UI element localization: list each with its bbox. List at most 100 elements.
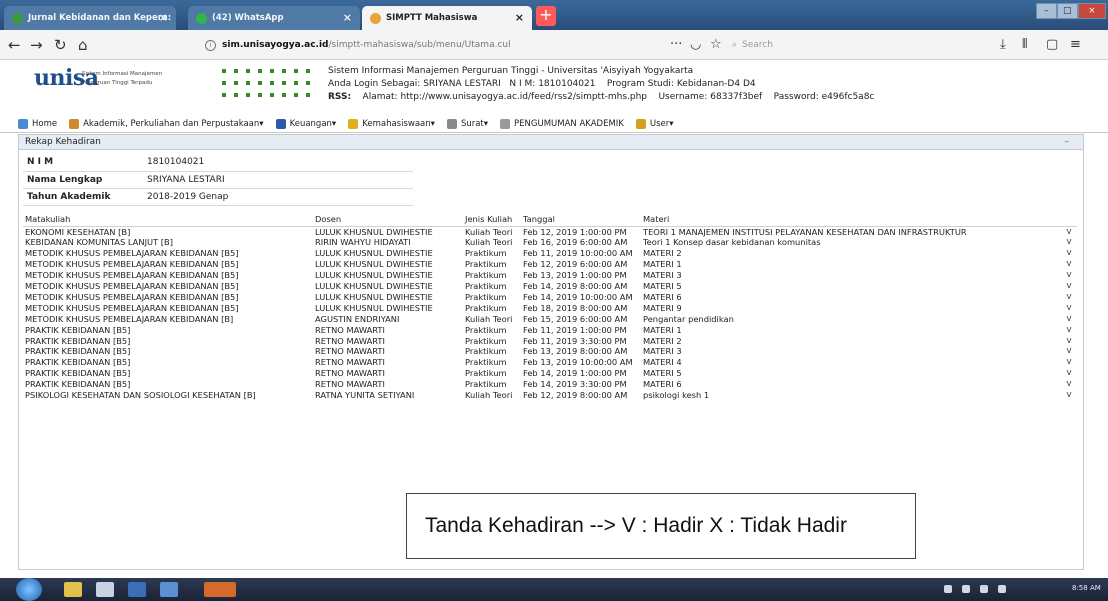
- tab-simptt[interactable]: SIMPTT Mahasiswa ×: [362, 6, 532, 30]
- menu-home[interactable]: Home: [18, 119, 57, 129]
- attendance-mark: V: [1066, 249, 1072, 258]
- tab-whatsapp[interactable]: (42) WhatsApp ×: [188, 6, 360, 30]
- tab-jurnal[interactable]: Jurnal Kebidanan dan Kepera: ×: [4, 6, 176, 30]
- announcement-icon: [500, 119, 511, 129]
- back-icon[interactable]: ←: [8, 35, 21, 55]
- cell-matakuliah: PRAKTIK KEBIDANAN [B5]: [25, 346, 131, 357]
- reload-icon[interactable]: ↻: [54, 35, 67, 55]
- cell-materi: psikologi kesh 1: [643, 390, 710, 401]
- bookmark-star-icon[interactable]: ☆: [710, 37, 722, 52]
- table-row: KEBIDANAN KOMUNITAS LANJUT [B] RIRIN WAHY…: [23, 237, 1077, 248]
- close-tab-icon[interactable]: ×: [343, 11, 352, 24]
- cell-materi: MATERI 3: [643, 346, 682, 357]
- cell-matakuliah: PRAKTIK KEBIDANAN [B5]: [25, 357, 131, 368]
- home-icon: [18, 119, 28, 129]
- download-icon[interactable]: ⤓: [1000, 37, 1006, 52]
- search-placeholder: Search: [742, 40, 773, 50]
- cell-jenis-kuliah: Praktikum: [465, 346, 507, 357]
- library-icon[interactable]: ⫴: [1022, 37, 1027, 52]
- table-row: PRAKTIK KEBIDANAN [B5] RETNO MAWARTI Prakt…: [23, 368, 1077, 379]
- browser-nav-bar: ← → ↻ ⌂ i sim.unisayogya.ac.id /simptt-m…: [0, 30, 1108, 60]
- tab-label: SIMPTT Mahasiswa: [386, 13, 478, 23]
- explorer-icon[interactable]: [64, 582, 82, 597]
- network-icon[interactable]: [962, 585, 970, 593]
- attendance-mark: V: [1066, 325, 1072, 334]
- search-input[interactable]: ⌕ Search: [732, 37, 982, 53]
- cell-materi: Pengantar pendidikan: [643, 313, 734, 324]
- col-tanggal: Tanggal: [521, 213, 641, 227]
- info-value: 2018-2019 Genap: [143, 188, 413, 206]
- word-icon[interactable]: [128, 582, 146, 597]
- decorative-dots: [222, 69, 318, 101]
- rss-url[interactable]: http://www.unisayogya.ac.id/feed/rss2/si…: [400, 92, 647, 102]
- decorative-dot: [246, 69, 250, 73]
- browser-tab-bar: Jurnal Kebidanan dan Kepera: × (42) What…: [0, 0, 1108, 30]
- menu-label: Keuangan: [289, 119, 332, 129]
- cell-dosen: LULUK KHUSNUL DWIHESTIE: [315, 270, 433, 281]
- finance-icon: [275, 119, 286, 129]
- cell-dosen: RETNO MAWARTI: [315, 346, 385, 357]
- volume-icon[interactable]: [980, 585, 988, 593]
- menu-icon[interactable]: ≡: [1070, 37, 1081, 52]
- new-tab-button[interactable]: +: [536, 6, 556, 26]
- minimize-icon[interactable]: –: [1036, 3, 1057, 19]
- menu-pengumuman[interactable]: PENGUMUMAN AKADEMIK: [500, 119, 624, 129]
- page-actions-icon[interactable]: ···: [670, 37, 682, 52]
- maximize-icon[interactable]: □: [1056, 3, 1078, 19]
- decorative-dot: [270, 81, 274, 85]
- start-button[interactable]: [16, 578, 42, 601]
- table-row: METODIK KHUSUS PEMBELAJARAN KEBIDANAN [B…: [23, 281, 1077, 292]
- tab-label: Jurnal Kebidanan dan Kepera:: [28, 13, 172, 23]
- program-value: Kebidanan-D4 D4: [676, 79, 756, 89]
- cell-jenis-kuliah: Praktikum: [465, 324, 507, 335]
- tab-favicon: [370, 12, 381, 24]
- password-label: Password:: [773, 92, 819, 102]
- cell-tanggal: Feb 15, 2019 6:00:00 AM: [523, 313, 628, 324]
- cell-tanggal: Feb 11, 2019 3:30:00 PM: [523, 335, 627, 346]
- attendance-mark: V: [1066, 369, 1072, 378]
- collapse-icon[interactable]: –: [1065, 137, 1070, 147]
- attendance-table: Matakuliah Dosen Jenis Kuliah Tanggal Ma…: [23, 213, 1077, 401]
- table-row: PRAKTIK KEBIDANAN [B5] RETNO MAWARTI Prakt…: [23, 346, 1077, 357]
- menu-surat[interactable]: Surat ▾: [446, 119, 488, 129]
- attendance-mark: V: [1066, 282, 1072, 291]
- site-info-icon[interactable]: i: [205, 39, 216, 51]
- media-icon[interactable]: [96, 582, 114, 597]
- table-row: METODIK KHUSUS PEMBELAJARAN KEBIDANAN [B…: [23, 303, 1077, 314]
- menu-kemahasiswaan[interactable]: Kemahasiswaan ▾: [348, 119, 435, 129]
- decorative-dot: [258, 69, 262, 73]
- cell-materi: MATERI 6: [643, 291, 682, 302]
- windows-taskbar: 8:58 AM: [0, 578, 1108, 601]
- cell-dosen: RETNO MAWARTI: [315, 335, 385, 346]
- cell-materi: TEORI 1 MANAJEMEN INSTITUSI PELAYANAN KE…: [643, 226, 967, 237]
- forward-icon[interactable]: →: [30, 35, 43, 55]
- cell-materi: MATERI 4: [643, 357, 682, 368]
- pocket-icon[interactable]: ◡: [690, 37, 701, 52]
- tray-icon[interactable]: [944, 585, 952, 593]
- cell-dosen: RETNO MAWARTI: [315, 324, 385, 335]
- firefox-icon[interactable]: [204, 582, 236, 597]
- close-tab-icon[interactable]: ×: [159, 11, 168, 24]
- cell-matakuliah: METODIK KHUSUS PEMBELAJARAN KEBIDANAN [B…: [25, 270, 239, 281]
- cell-materi: MATERI 2: [643, 335, 682, 346]
- app-icon[interactable]: [160, 582, 178, 597]
- system-info: Sistem Informasi Manajemen Perguruan Tin…: [328, 65, 874, 104]
- info-row: Tahun Akademik 2018-2019 Genap: [23, 188, 413, 206]
- cell-matakuliah: METODIK KHUSUS PEMBELAJARAN KEBIDANAN [B…: [25, 313, 234, 324]
- menu-akademik[interactable]: Akademik, Perkuliahan dan Perpustakaan ▾: [69, 119, 264, 129]
- panel-title: Rekap Kehadiran: [19, 135, 1083, 150]
- col-dosen: Dosen: [313, 213, 463, 227]
- info-row: Nama Lengkap SRIYANA LESTARI: [23, 171, 413, 189]
- menu-user[interactable]: User ▾: [635, 119, 674, 129]
- info-row: N I M 1810104021: [23, 154, 413, 172]
- whatsapp-icon: [196, 12, 207, 24]
- close-window-icon[interactable]: ×: [1077, 3, 1107, 19]
- menu-keuangan[interactable]: Keuangan ▾: [275, 119, 336, 129]
- attendance-mark: V: [1066, 391, 1072, 400]
- sidebar-icon[interactable]: ▢: [1046, 37, 1058, 52]
- cell-tanggal: Feb 14, 2019 1:00:00 PM: [523, 368, 627, 379]
- close-tab-icon[interactable]: ×: [515, 11, 524, 24]
- tray-icon[interactable]: [998, 585, 1006, 593]
- cell-tanggal: Feb 14, 2019 10:00:00 AM: [523, 291, 633, 302]
- home-icon[interactable]: ⌂: [78, 35, 88, 55]
